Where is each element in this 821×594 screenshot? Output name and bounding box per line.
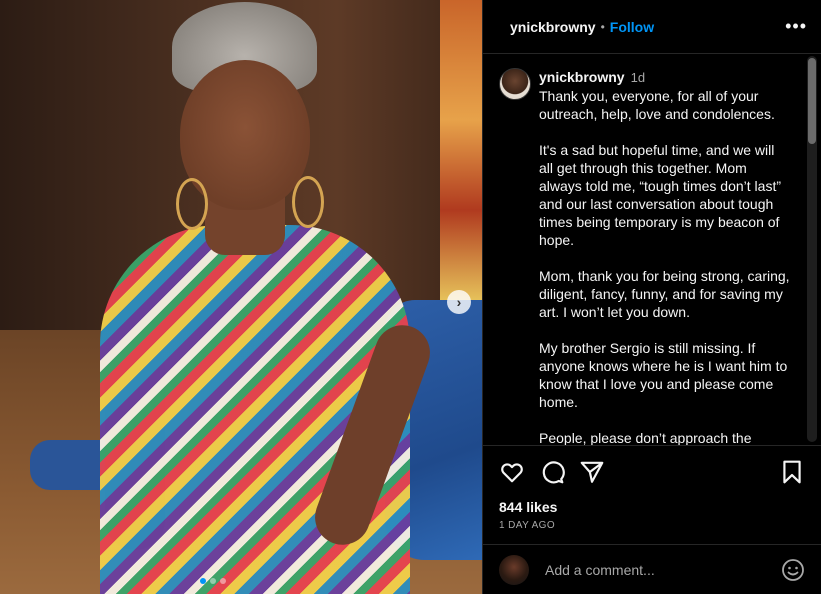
current-user-avatar [499, 554, 529, 585]
caption-paragraph: Thank you, everyone, for all of your out… [539, 88, 775, 122]
caption-paragraph: My brother Sergio is still missing. If a… [539, 340, 788, 410]
caption-paragraph: People, please don’t approach the [539, 430, 752, 446]
earring-left [176, 178, 208, 230]
carousel-dot [210, 578, 216, 584]
author-avatar[interactable] [499, 68, 531, 100]
comment-bubble-icon[interactable] [539, 459, 565, 485]
header-separator: • [600, 19, 605, 34]
earring-right [292, 176, 324, 228]
instagram-post-dialog: › ynickbrowny • Follow ••• ynickbrowny 1d… [0, 0, 821, 594]
background-painting [440, 0, 482, 300]
action-bar [483, 446, 821, 498]
caption-body: ynickbrowny 1d Thank you, everyone, for a… [539, 68, 791, 446]
carousel-dots [200, 578, 226, 584]
post-header: ynickbrowny • Follow ••• [483, 0, 821, 54]
add-comment-bar [483, 544, 821, 594]
caption-paragraph: Mom, thank you for being strong, caring,… [539, 268, 790, 320]
heart-icon[interactable] [499, 459, 525, 485]
more-options-icon[interactable]: ••• [785, 16, 807, 37]
post-photo[interactable]: › [0, 0, 482, 594]
caption-username[interactable]: ynickbrowny [539, 69, 625, 85]
post-timestamp[interactable]: 1 DAY AGO [483, 516, 821, 531]
carousel-dot [220, 578, 226, 584]
post-side-panel: ynickbrowny • Follow ••• ynickbrowny 1d T… [482, 0, 821, 594]
likes-count[interactable]: 844 likes [483, 498, 821, 516]
caption-age[interactable]: 1d [631, 70, 645, 85]
paper-plane-icon[interactable] [579, 459, 605, 485]
caption-paragraph: It's a sad but hopeful time, and we will… [539, 142, 781, 248]
bookmark-icon[interactable] [779, 459, 805, 485]
carousel-dot-active [200, 578, 206, 584]
smiley-face-icon[interactable] [781, 558, 805, 582]
scrollbar-thumb[interactable] [808, 58, 816, 144]
follow-button[interactable]: Follow [610, 19, 654, 35]
comment-input[interactable] [543, 560, 781, 579]
chevron-right-icon: › [456, 294, 462, 310]
carousel-next-button[interactable]: › [447, 290, 471, 314]
post-caption: ynickbrowny 1d Thank you, everyone, for a… [483, 54, 821, 446]
header-username[interactable]: ynickbrowny [510, 19, 596, 35]
comments-scroll-area[interactable]: ynickbrowny 1d Thank you, everyone, for a… [483, 54, 821, 446]
comments-scrollbar[interactable] [807, 56, 817, 442]
